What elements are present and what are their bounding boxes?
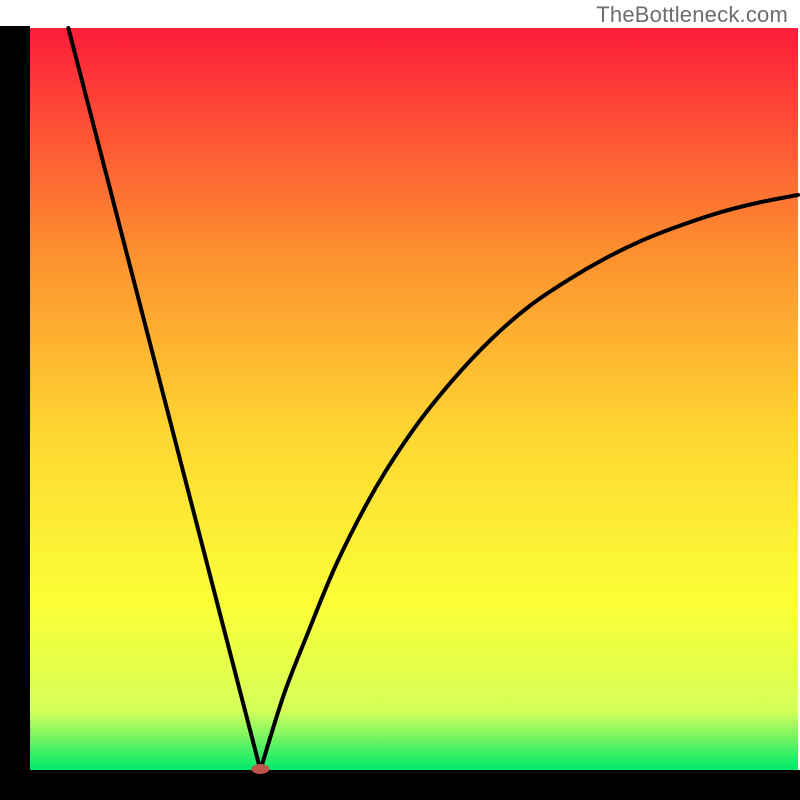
bottleneck-chart bbox=[0, 0, 800, 800]
watermark-text: TheBottleneck.com bbox=[596, 2, 788, 28]
chart-container: { "watermark": "TheBottleneck.com", "col… bbox=[0, 0, 800, 800]
plot-background bbox=[30, 28, 798, 770]
minimum-marker bbox=[251, 764, 269, 774]
